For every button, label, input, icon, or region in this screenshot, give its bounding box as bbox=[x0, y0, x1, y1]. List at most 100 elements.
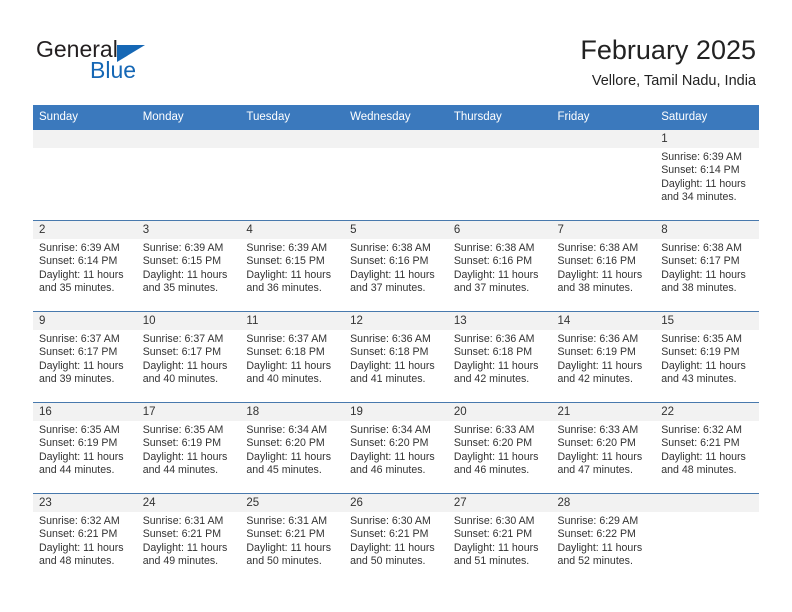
calendar-day-cell-empty bbox=[344, 130, 448, 221]
calendar-day-cell[interactable]: 20 Sunrise: 6:33 AM Sunset: 6:20 PM Dayligh… bbox=[447, 402, 552, 494]
day-cell-details: Sunrise: 6:35 AM Sunset: 6:19 PM Daylight:… bbox=[655, 330, 759, 387]
sunrise-text: Sunrise: 6:31 AM bbox=[142, 515, 224, 527]
sunrise-text: Sunrise: 6:37 AM bbox=[39, 333, 120, 345]
calendar-day-cell[interactable]: 26 Sunrise: 6:30 AM Sunset: 6:21 PM Dayligh… bbox=[344, 493, 448, 584]
calendar-day-cell[interactable]: 11 Sunrise: 6:37 AM Sunset: 6:18 PM Dayligh… bbox=[240, 311, 345, 403]
calendar-day-cell[interactable]: 6 Sunrise: 6:38 AM Sunset: 6:16 PM Daylight… bbox=[447, 220, 552, 312]
day-cell-details: Sunrise: 6:38 AM Sunset: 6:16 PM Daylight:… bbox=[552, 239, 656, 296]
daylight-text: Daylight: 11 hours and 37 minutes. bbox=[350, 268, 435, 295]
calendar-day-cell[interactable]: 1 Sunrise: 6:39 AM Sunset: 6:14 PM Daylight… bbox=[655, 130, 759, 221]
sunrise-text: Sunrise: 6:39 AM bbox=[39, 242, 120, 254]
day-cell-inner: 7 Sunrise: 6:38 AM Sunset: 6:16 PM Daylight… bbox=[551, 221, 656, 311]
day-cell-inner: 25 Sunrise: 6:31 AM Sunset: 6:21 PM Dayligh… bbox=[240, 494, 345, 584]
sunrise-text: Sunrise: 6:30 AM bbox=[453, 515, 535, 527]
calendar-table: Sunday Monday Tuesday Wednesday Thursday… bbox=[33, 105, 759, 584]
day-cell-inner bbox=[240, 130, 345, 220]
title-block: February 2025 Vellore, Tamil Nadu, India bbox=[580, 34, 756, 90]
sunset-text: Sunset: 6:16 PM bbox=[557, 255, 636, 268]
daylight-text: Daylight: 11 hours and 47 minutes. bbox=[557, 450, 643, 477]
sunrise-text: Sunrise: 6:37 AM bbox=[142, 333, 224, 345]
calendar-day-cell[interactable]: 15 Sunrise: 6:35 AM Sunset: 6:19 PM Dayligh… bbox=[655, 311, 759, 403]
daylight-text: Daylight: 11 hours and 37 minutes. bbox=[453, 268, 539, 295]
calendar-day-cell-empty bbox=[33, 130, 137, 221]
calendar-day-cell[interactable]: 13 Sunrise: 6:36 AM Sunset: 6:18 PM Dayligh… bbox=[447, 311, 552, 403]
calendar-day-cell[interactable]: 14 Sunrise: 6:36 AM Sunset: 6:19 PM Dayligh… bbox=[551, 311, 656, 403]
calendar-day-cell[interactable]: 9 Sunrise: 6:37 AM Sunset: 6:17 PM Daylight… bbox=[33, 311, 137, 403]
day-number: 1 bbox=[655, 130, 759, 148]
sunrise-text: Sunrise: 6:34 AM bbox=[246, 424, 328, 436]
sunset-text: Sunset: 6:20 PM bbox=[557, 437, 636, 450]
calendar-day-cell[interactable]: 24 Sunrise: 6:31 AM Sunset: 6:21 PM Dayligh… bbox=[136, 493, 241, 584]
daylight-text: Daylight: 11 hours and 40 minutes. bbox=[246, 359, 332, 386]
daylight-text: Daylight: 11 hours and 35 minutes. bbox=[142, 268, 228, 295]
day-number bbox=[33, 130, 137, 148]
calendar-day-cell[interactable]: 5 Sunrise: 6:38 AM Sunset: 6:16 PM Daylight… bbox=[344, 220, 448, 312]
day-cell-inner: 18 Sunrise: 6:34 AM Sunset: 6:20 PM Dayligh… bbox=[240, 403, 345, 493]
daylight-text: Daylight: 11 hours and 50 minutes. bbox=[350, 541, 435, 568]
calendar-day-cell[interactable]: 3 Sunrise: 6:39 AM Sunset: 6:15 PM Daylight… bbox=[136, 220, 241, 312]
day-cell-inner: 17 Sunrise: 6:35 AM Sunset: 6:19 PM Dayligh… bbox=[136, 403, 241, 493]
calendar-day-cell[interactable]: 10 Sunrise: 6:37 AM Sunset: 6:17 PM Dayligh… bbox=[136, 311, 241, 403]
day-cell-details: Sunrise: 6:30 AM Sunset: 6:21 PM Daylight:… bbox=[448, 512, 552, 569]
calendar-day-cell[interactable]: 22 Sunrise: 6:32 AM Sunset: 6:21 PM Dayligh… bbox=[655, 402, 759, 494]
daylight-text: Daylight: 11 hours and 48 minutes. bbox=[39, 541, 124, 568]
calendar-day-cell[interactable]: 25 Sunrise: 6:31 AM Sunset: 6:21 PM Dayligh… bbox=[240, 493, 345, 584]
calendar-week-row: 9 Sunrise: 6:37 AM Sunset: 6:17 PM Daylight… bbox=[33, 311, 759, 403]
day-cell-inner: 11 Sunrise: 6:37 AM Sunset: 6:18 PM Dayligh… bbox=[240, 312, 345, 402]
calendar-day-cell-empty bbox=[551, 130, 656, 221]
day-number: 6 bbox=[447, 221, 552, 239]
day-cell-inner: 9 Sunrise: 6:37 AM Sunset: 6:17 PM Daylight… bbox=[33, 312, 137, 402]
sunrise-text: Sunrise: 6:39 AM bbox=[661, 151, 742, 163]
daylight-text: Daylight: 11 hours and 50 minutes. bbox=[246, 541, 332, 568]
day-number: 20 bbox=[447, 403, 552, 421]
day-number: 25 bbox=[240, 494, 345, 512]
day-cell-inner: 13 Sunrise: 6:36 AM Sunset: 6:18 PM Dayligh… bbox=[447, 312, 552, 402]
calendar-day-cell[interactable]: 16 Sunrise: 6:35 AM Sunset: 6:19 PM Dayligh… bbox=[33, 402, 137, 494]
sunset-text: Sunset: 6:21 PM bbox=[246, 528, 325, 541]
weekday-header-row: Sunday Monday Tuesday Wednesday Thursday… bbox=[33, 105, 759, 130]
calendar-day-cell[interactable]: 2 Sunrise: 6:39 AM Sunset: 6:14 PM Daylight… bbox=[33, 220, 137, 312]
sunset-text: Sunset: 6:20 PM bbox=[453, 437, 533, 450]
general-blue-logo[interactable]: General Blue bbox=[36, 36, 236, 86]
day-cell-inner: 4 Sunrise: 6:39 AM Sunset: 6:15 PM Daylight… bbox=[240, 221, 345, 311]
page-subtitle: Vellore, Tamil Nadu, India bbox=[591, 73, 756, 89]
daylight-text: Daylight: 11 hours and 38 minutes. bbox=[557, 268, 643, 295]
day-number: 14 bbox=[551, 312, 656, 330]
sunset-text: Sunset: 6:16 PM bbox=[453, 255, 533, 268]
sunrise-text: Sunrise: 6:38 AM bbox=[557, 242, 639, 254]
calendar-day-cell[interactable]: 8 Sunrise: 6:38 AM Sunset: 6:17 PM Daylight… bbox=[655, 220, 759, 312]
calendar-day-cell[interactable]: 4 Sunrise: 6:39 AM Sunset: 6:15 PM Daylight… bbox=[240, 220, 345, 312]
day-number: 2 bbox=[33, 221, 137, 239]
daylight-text: Daylight: 11 hours and 44 minutes. bbox=[142, 450, 228, 477]
day-cell-inner bbox=[447, 130, 552, 220]
sunrise-text: Sunrise: 6:38 AM bbox=[350, 242, 431, 254]
sunset-text: Sunset: 6:20 PM bbox=[350, 437, 429, 450]
calendar-day-cell[interactable]: 19 Sunrise: 6:34 AM Sunset: 6:20 PM Dayligh… bbox=[344, 402, 448, 494]
daylight-text: Daylight: 11 hours and 52 minutes. bbox=[557, 541, 643, 568]
day-number: 7 bbox=[551, 221, 656, 239]
sunrise-text: Sunrise: 6:35 AM bbox=[39, 424, 120, 436]
calendar-day-cell[interactable]: 28 Sunrise: 6:29 AM Sunset: 6:22 PM Dayligh… bbox=[551, 493, 656, 584]
daylight-text: Daylight: 11 hours and 44 minutes. bbox=[39, 450, 124, 477]
day-cell-inner bbox=[655, 494, 759, 584]
calendar-day-cell[interactable]: 7 Sunrise: 6:38 AM Sunset: 6:16 PM Daylight… bbox=[551, 220, 656, 312]
calendar-day-cell[interactable]: 23 Sunrise: 6:32 AM Sunset: 6:21 PM Dayligh… bbox=[33, 493, 137, 584]
calendar-day-cell[interactable]: 17 Sunrise: 6:35 AM Sunset: 6:19 PM Dayligh… bbox=[136, 402, 241, 494]
calendar-body: 1 Sunrise: 6:39 AM Sunset: 6:14 PM Daylight… bbox=[33, 130, 759, 584]
calendar-day-cell[interactable]: 18 Sunrise: 6:34 AM Sunset: 6:20 PM Dayligh… bbox=[240, 402, 345, 494]
daylight-text: Daylight: 11 hours and 42 minutes. bbox=[453, 359, 539, 386]
day-cell-inner: 24 Sunrise: 6:31 AM Sunset: 6:21 PM Dayligh… bbox=[136, 494, 241, 584]
daylight-text: Daylight: 11 hours and 35 minutes. bbox=[39, 268, 124, 295]
sunrise-text: Sunrise: 6:38 AM bbox=[453, 242, 535, 254]
calendar-day-cell[interactable]: 21 Sunrise: 6:33 AM Sunset: 6:20 PM Dayligh… bbox=[551, 402, 656, 494]
day-cell-inner: 27 Sunrise: 6:30 AM Sunset: 6:21 PM Dayligh… bbox=[447, 494, 552, 584]
day-number: 12 bbox=[344, 312, 448, 330]
day-number: 23 bbox=[33, 494, 137, 512]
sunrise-text: Sunrise: 6:35 AM bbox=[661, 333, 742, 345]
day-cell-details: Sunrise: 6:34 AM Sunset: 6:20 PM Daylight:… bbox=[240, 421, 344, 478]
daylight-text: Daylight: 11 hours and 41 minutes. bbox=[350, 359, 435, 386]
day-cell-inner: 22 Sunrise: 6:32 AM Sunset: 6:21 PM Dayligh… bbox=[655, 403, 759, 493]
sunrise-text: Sunrise: 6:39 AM bbox=[142, 242, 224, 254]
calendar-day-cell[interactable]: 27 Sunrise: 6:30 AM Sunset: 6:21 PM Dayligh… bbox=[447, 493, 552, 584]
calendar-day-cell[interactable]: 12 Sunrise: 6:36 AM Sunset: 6:18 PM Dayligh… bbox=[344, 311, 448, 403]
